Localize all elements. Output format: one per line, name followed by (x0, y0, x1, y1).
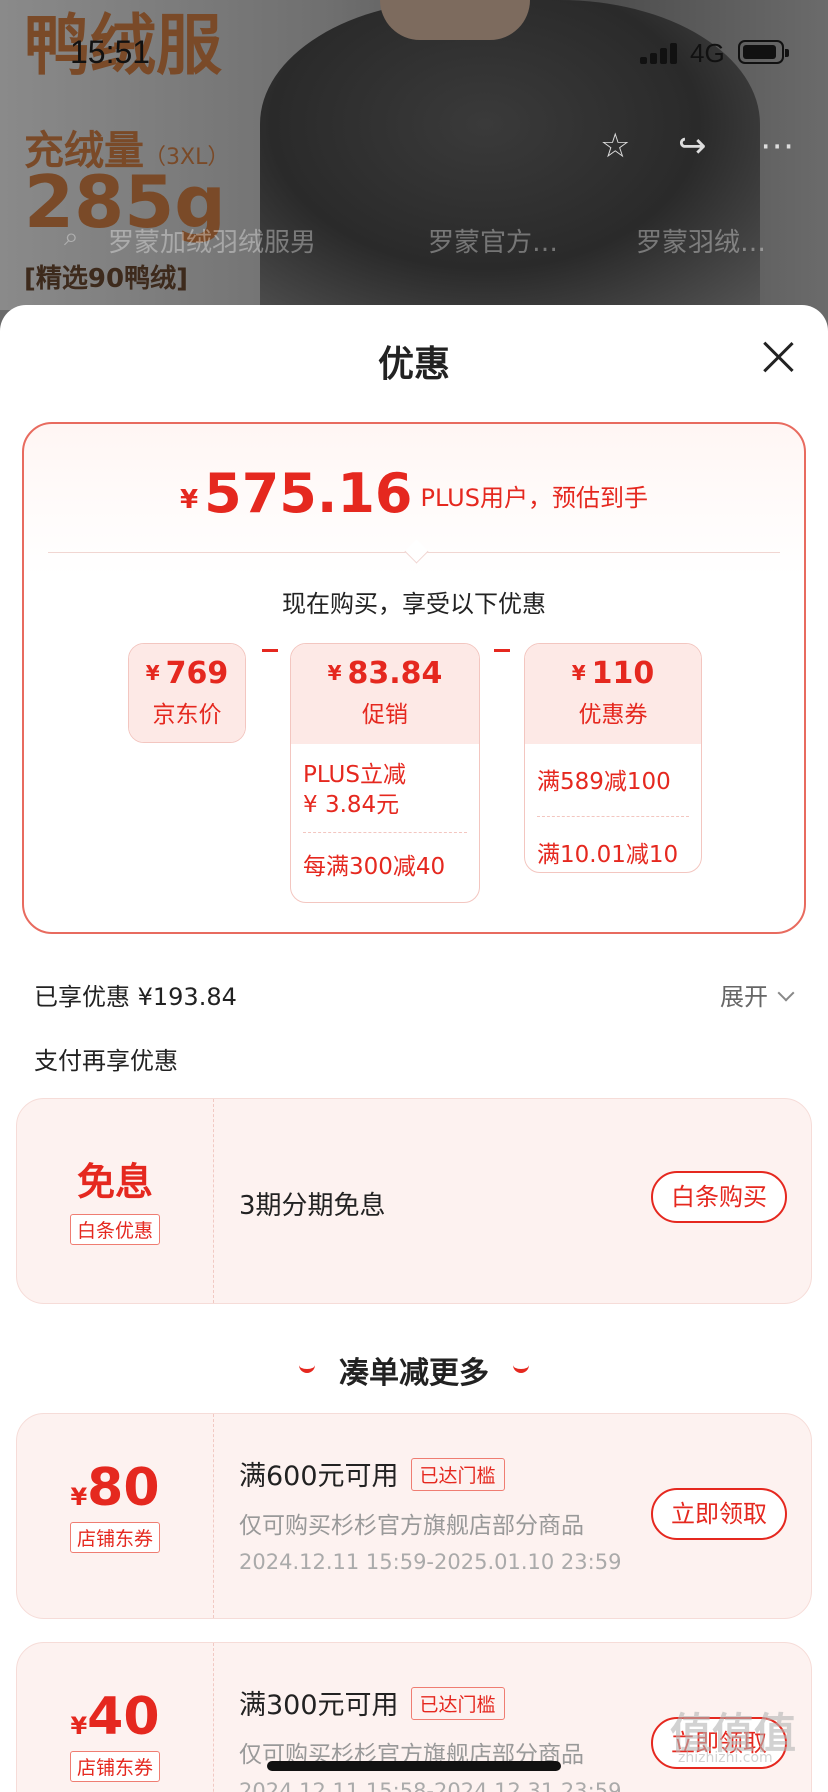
card-amount: 110 (591, 656, 655, 691)
card-head: ¥769 京东价 (129, 644, 245, 742)
price-breakdown: ¥575.16 PLUS用户，预估到手 现在购买，享受以下优惠 ¥769 京东价 … (22, 422, 806, 934)
coupon-tag: 店铺东券 (69, 1522, 160, 1553)
expand-button[interactable]: 展开 (720, 977, 795, 1012)
coupon-amount: ¥40 (17, 1643, 213, 1747)
enjoyed-discount: 已享优惠 ¥193.84 (34, 983, 237, 1011)
offer-left: 免息 白条优惠 (17, 1099, 214, 1303)
threshold-badge: 已达门槛 (410, 1458, 505, 1491)
minus-sign (262, 649, 278, 652)
coupon-currency: ¥ (70, 1712, 88, 1740)
promo-row: 每满300减40 (303, 854, 446, 880)
coupon-currency: ¥ (70, 1483, 88, 1511)
card-currency: ¥ (145, 661, 160, 685)
card-head: ¥83.84 促销 (291, 644, 479, 744)
card-head: ¥110 优惠券 (525, 644, 701, 744)
coupon-title: 满300元可用 已达门槛 (239, 1683, 505, 1722)
promo-row: ¥ 3.84元 (303, 792, 400, 818)
search-hint-3: 罗蒙羽绒… (636, 228, 767, 258)
buy-note: 现在购买，享受以下优惠 (282, 590, 546, 618)
more-discount-title: 凑单减更多 (0, 1348, 828, 1392)
card-value: ¥83.84 (291, 644, 479, 691)
coupon-scope: 仅可购买杉杉官方旗舰店部分商品 (239, 1513, 584, 1539)
status-bar: 15:51 4G (0, 0, 828, 100)
coupon-title-text: 满600元可用 (239, 1461, 399, 1492)
coupon-amount: ¥80 (17, 1414, 213, 1518)
coupon-row: 满10.01减10 (537, 842, 679, 868)
coupon-value: 40 (87, 1687, 160, 1747)
status-time: 15:51 (70, 34, 151, 70)
search-hint-2: 罗蒙官方… (428, 228, 559, 258)
card-label: 京东价 (152, 702, 222, 728)
card-label: 优惠券 (578, 702, 648, 728)
coupon-row: 满589减100 (537, 769, 671, 795)
claim-coupon-button[interactable]: 立即领取 (651, 1488, 787, 1540)
card-amount: 769 (165, 656, 229, 691)
coupon-dates: 2024.12.11 15:59-2025.01.10 23:59 (239, 1550, 622, 1574)
search-hint-1: 罗蒙加绒羽绒服男 (108, 228, 317, 258)
card-label: 促销 (362, 702, 408, 728)
coupon-left: ¥40 店铺东券 (17, 1643, 214, 1792)
currency-symbol: ¥ (180, 485, 199, 515)
estimated-amount: 575.16 (204, 462, 413, 525)
network-type: 4G (690, 38, 725, 68)
coupon-title-text: 满300元可用 (239, 1690, 399, 1721)
coupon-tag: 店铺东券 (69, 1751, 160, 1782)
pay-more-title: 支付再享优惠 (34, 1047, 178, 1075)
estimate-note: PLUS用户，预估到手 (420, 484, 648, 512)
more-icon: ⋯ (760, 126, 794, 166)
search-icon: ⌕ (64, 222, 79, 252)
share-icon: ↪ (678, 126, 707, 166)
more-title-text: 凑单减更多 (339, 1356, 489, 1391)
threshold-badge: 已达门槛 (410, 1687, 505, 1720)
interest-free-offer: 免息 白条优惠 3期分期免息 白条购买 (16, 1098, 812, 1304)
interest-free-big: 免息 (76, 1160, 153, 1204)
coupon-title: 满600元可用 已达门槛 (239, 1454, 505, 1493)
coupon-value: 80 (87, 1458, 160, 1518)
card-value: ¥769 (129, 644, 245, 691)
interest-free-tag: 白条优惠 (69, 1214, 160, 1245)
jd-price-card: ¥769 京东价 (128, 643, 246, 743)
interest-free-desc: 3期分期免息 (239, 1191, 386, 1221)
coupon-dates: 2024.12.11 15:58-2024.12.31 23:59 (239, 1779, 622, 1792)
discount-sheet: 优惠 ¥575.16 PLUS用户，预估到手 现在购买，享受以下优惠 ¥769 京… (0, 305, 828, 1792)
smile-icon (299, 1361, 315, 1373)
battery-icon (738, 40, 789, 64)
card-amount: 83.84 (347, 656, 443, 691)
divider-notch (404, 539, 429, 564)
promo-row: PLUS立减 (303, 762, 406, 788)
card-value: ¥110 (525, 644, 701, 691)
home-indicator[interactable] (267, 1761, 561, 1771)
estimated-price: ¥575.16 PLUS用户，预估到手 (24, 462, 804, 525)
ad-feature: [精选90鸭绒] (24, 264, 188, 294)
card-currency: ¥ (571, 661, 586, 685)
watermark-url: zhizhizhi.com (678, 1750, 773, 1766)
chevron-down-icon (777, 984, 795, 1002)
expand-label: 展开 (720, 983, 768, 1011)
signal-icon (640, 42, 680, 64)
baitiao-buy-button[interactable]: 白条购买 (651, 1171, 787, 1223)
promotion-card: ¥83.84 促销 PLUS立减 ¥ 3.84元 每满300减40 (290, 643, 480, 903)
coupon-card: ¥110 优惠券 满589减100 满10.01减10 (524, 643, 702, 873)
store-coupon: ¥80 店铺东券 满600元可用 已达门槛 仅可购买杉杉官方旗舰店部分商品 202… (16, 1413, 812, 1619)
smile-icon (513, 1361, 529, 1373)
sheet-title: 优惠 (377, 344, 450, 385)
close-icon[interactable] (762, 341, 794, 373)
card-currency: ¥ (327, 661, 342, 685)
star-icon: ☆ (600, 126, 631, 166)
coupon-left: ¥80 店铺东券 (17, 1414, 214, 1618)
minus-sign (494, 649, 510, 652)
